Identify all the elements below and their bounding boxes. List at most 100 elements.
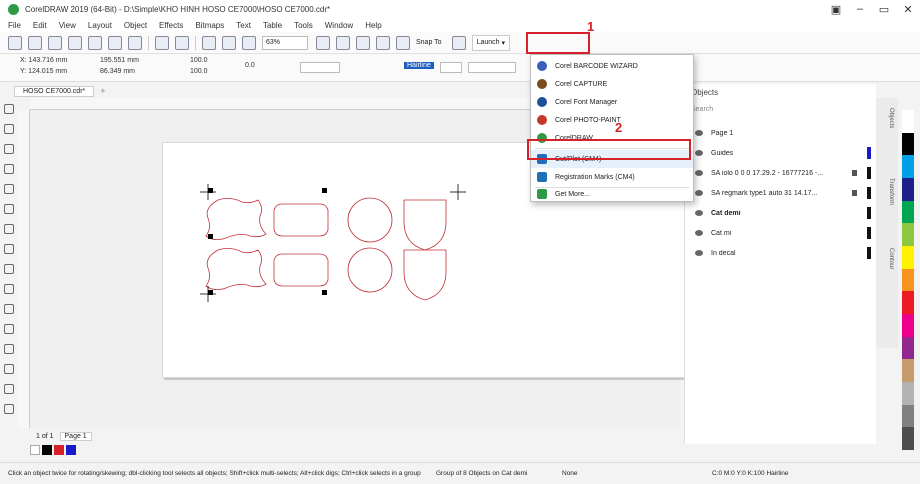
copy-icon[interactable] (108, 35, 122, 50)
add-tab-icon[interactable]: + (100, 86, 105, 96)
palette-swatch[interactable] (902, 223, 914, 247)
y-position-field[interactable]: Y: 124.015 mm (20, 68, 67, 75)
layer-row[interactable]: In decal (691, 246, 871, 260)
palette-swatch[interactable] (902, 132, 914, 156)
palette-swatch[interactable] (902, 291, 914, 315)
export-icon[interactable] (222, 35, 236, 50)
menu-bitmaps[interactable]: Bitmaps (195, 21, 224, 30)
shape-tool-icon[interactable] (4, 124, 14, 134)
lock-icon[interactable] (852, 170, 857, 176)
palette-swatch[interactable] (902, 178, 914, 201)
menu-item-get-more[interactable]: Get More... (531, 185, 693, 203)
layer-row[interactable]: Guides (691, 146, 871, 160)
launch-button[interactable]: Launch ▾ (471, 34, 510, 51)
artistic-media-icon[interactable] (4, 204, 14, 214)
line-style-start[interactable] (440, 62, 462, 73)
page-selector[interactable]: Page 1 (711, 130, 871, 137)
eye-icon[interactable] (695, 130, 703, 136)
new-document-icon[interactable] (8, 35, 22, 50)
eye-icon[interactable] (695, 230, 703, 236)
scale-y-field[interactable]: 100.0 (190, 68, 208, 75)
width-field[interactable]: 195.551 mm (100, 57, 139, 64)
menu-text[interactable]: Text (236, 21, 251, 30)
height-field[interactable]: 86.349 mm (100, 68, 135, 75)
paste-icon[interactable] (128, 35, 142, 50)
text-tool-icon[interactable] (4, 284, 14, 294)
rectangle-tool-icon[interactable] (4, 224, 14, 234)
fill-tool-icon[interactable] (4, 404, 14, 414)
doc-tab-hoso[interactable]: HOSO CE7000.cdr* (14, 85, 95, 97)
palette-swatch[interactable] (902, 268, 914, 292)
menu-item-capture[interactable]: Corel CAPTURE (531, 75, 693, 93)
x-position-field[interactable]: X: 143.716 mm (20, 57, 67, 64)
menu-help[interactable]: Help (365, 21, 381, 30)
scale-x-field[interactable]: 100.0 (190, 57, 208, 64)
vertical-ruler[interactable] (18, 110, 30, 428)
palette-swatch[interactable] (902, 110, 914, 133)
options-gear-icon[interactable] (451, 35, 466, 50)
minimize-button[interactable]: – (848, 3, 872, 15)
parallel-dimension-icon[interactable] (4, 304, 14, 314)
eye-icon[interactable] (695, 150, 703, 156)
import-icon[interactable] (202, 35, 216, 50)
palette-swatch[interactable] (902, 246, 914, 269)
palette-swatch[interactable] (902, 404, 914, 428)
snap-icon[interactable] (396, 35, 410, 50)
menu-item-photo-paint[interactable]: Corel PHOTO-PAINT (531, 111, 693, 129)
swatch-black[interactable] (42, 445, 52, 455)
palette-swatch[interactable] (902, 200, 914, 224)
publish-pdf-icon[interactable] (242, 35, 256, 50)
swatch-red[interactable] (54, 445, 64, 455)
pick-tool-icon[interactable] (4, 104, 14, 114)
panel-icon[interactable]: ▣ (824, 3, 848, 16)
ellipse-tool-icon[interactable] (4, 244, 14, 254)
line-style-select[interactable] (468, 62, 516, 73)
mirror-buttons[interactable] (300, 62, 340, 73)
tab-transform[interactable]: Transform (880, 178, 894, 205)
menu-edit[interactable]: Edit (33, 21, 47, 30)
show-rulers-icon[interactable] (336, 35, 350, 50)
menu-view[interactable]: View (59, 21, 76, 30)
menu-table[interactable]: Table (263, 21, 282, 30)
eye-icon[interactable] (695, 190, 703, 196)
zoom-level-select[interactable]: 63% (262, 35, 308, 50)
save-icon[interactable] (48, 35, 62, 50)
menu-effects[interactable]: Effects (159, 21, 183, 30)
fill-indicator[interactable]: None (562, 470, 622, 477)
eye-icon[interactable] (695, 250, 703, 256)
close-button[interactable]: ✕ (896, 3, 920, 16)
redo-icon[interactable] (175, 35, 189, 50)
menu-item-font-manager[interactable]: Corel Font Manager (531, 93, 693, 111)
sticker-design[interactable] (196, 178, 466, 308)
menu-item-barcode-wizard[interactable]: Corel BARCODE WIZARD (531, 57, 693, 75)
show-guides-icon[interactable] (376, 35, 390, 50)
undo-icon[interactable] (155, 35, 169, 50)
transparency-tool-icon[interactable] (4, 364, 14, 374)
palette-swatch[interactable] (902, 359, 914, 383)
palette-swatch[interactable] (902, 427, 914, 451)
swatch-white[interactable] (30, 445, 40, 455)
menu-layout[interactable]: Layout (88, 21, 112, 30)
snap-to-dropdown[interactable]: Snap To (416, 39, 442, 46)
freehand-tool-icon[interactable] (4, 184, 14, 194)
tab-contour[interactable]: Contour (880, 248, 894, 269)
zoom-tool-icon[interactable] (4, 164, 14, 174)
palette-swatch[interactable] (902, 382, 914, 405)
print-icon[interactable] (68, 35, 82, 50)
show-grid-icon[interactable] (356, 35, 370, 50)
full-screen-icon[interactable] (316, 35, 330, 50)
menu-tools[interactable]: Tools (294, 21, 313, 30)
outline-indicator[interactable]: C:0 M:0 Y:0 K:100 Hairline (712, 470, 788, 477)
swatch-blue[interactable] (66, 445, 76, 455)
outline-width-select[interactable]: Hairline (404, 62, 434, 69)
restore-button[interactable]: ▭ (872, 3, 896, 16)
eye-icon[interactable] (695, 170, 703, 176)
palette-swatch[interactable] (902, 155, 914, 179)
page-selector-row[interactable]: Page 1 (691, 126, 871, 140)
layer-row[interactable]: SA iolo 0 0 0 17.29.2 - 16777216 -... (691, 166, 871, 180)
rotation-angle-field[interactable]: 0.0 (245, 62, 255, 69)
menu-object[interactable]: Object (124, 21, 147, 30)
docker-search-input[interactable]: Search (691, 106, 871, 118)
crop-tool-icon[interactable] (4, 144, 14, 154)
connector-tool-icon[interactable] (4, 324, 14, 334)
